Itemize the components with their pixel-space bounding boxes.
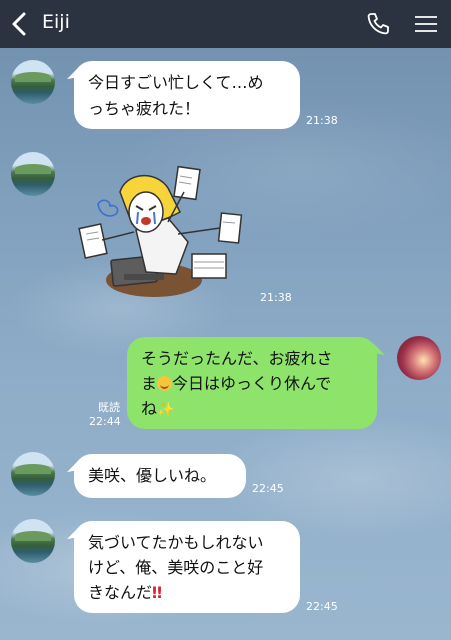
contact-avatar[interactable] xyxy=(11,519,55,563)
message-time: 22:45 xyxy=(306,600,338,613)
outgoing-message-bubble[interactable]: そうだったんだ、お疲れさ ま今日はゆっくり休んで ね✨ xyxy=(127,337,377,429)
user-avatar[interactable] xyxy=(397,336,441,380)
incoming-message-bubble[interactable]: 今日すごい忙しくて…め っちゃ疲れた！ xyxy=(74,61,300,129)
menu-button[interactable] xyxy=(412,10,440,38)
double-exclamation-icon: ‼ xyxy=(152,583,163,602)
message-text-line: ま今日はゆっくり休んで xyxy=(141,371,363,396)
contact-avatar[interactable] xyxy=(11,152,55,196)
message-text-line: 気づいてたかもしれない xyxy=(88,533,264,552)
phone-icon xyxy=(367,13,389,35)
overworked-character-sticker[interactable] xyxy=(76,162,246,302)
message-text-line: きなんだ‼ xyxy=(88,580,286,605)
message-text-line: 今日すごい忙しくて…め xyxy=(88,73,264,92)
message-text-line: けど、俺、美咲のこと好 xyxy=(88,558,264,577)
message-text-segment: 今日はゆっくり休んで xyxy=(172,374,332,393)
chat-header: Eiji xyxy=(0,0,451,48)
smiling-face-icon xyxy=(157,376,173,391)
message-text-line: そうだったんだ、お疲れさ xyxy=(141,349,333,368)
sparkles-icon: ✨ xyxy=(157,402,175,418)
read-receipt: 既読 xyxy=(98,401,120,414)
call-button[interactable] xyxy=(364,10,392,38)
chevron-left-icon xyxy=(12,12,26,36)
message-time: 21:38 xyxy=(260,291,292,304)
contact-avatar[interactable] xyxy=(11,452,55,496)
menu-icon xyxy=(415,16,437,32)
message-time: 22:45 xyxy=(252,482,284,495)
incoming-message-bubble[interactable]: 気づいてたかもしれない けど、俺、美咲のこと好 きなんだ‼ xyxy=(74,521,300,613)
message-time: 22:44 xyxy=(89,415,121,428)
message-text-segment: ね xyxy=(141,399,158,418)
chat-title: Eiji xyxy=(42,11,70,33)
message-text-line: っちゃ疲れた！ xyxy=(88,99,201,118)
message-text-segment: きなんだ xyxy=(88,583,153,602)
contact-avatar[interactable] xyxy=(11,60,55,104)
back-button[interactable] xyxy=(8,9,32,39)
message-text-line: ね✨ xyxy=(141,396,363,423)
message-text-line: 美咲、優しいね。 xyxy=(88,466,217,485)
message-text-segment: ま xyxy=(141,374,158,393)
incoming-message-bubble[interactable]: 美咲、優しいね。 xyxy=(74,454,246,498)
message-time: 21:38 xyxy=(306,114,338,127)
